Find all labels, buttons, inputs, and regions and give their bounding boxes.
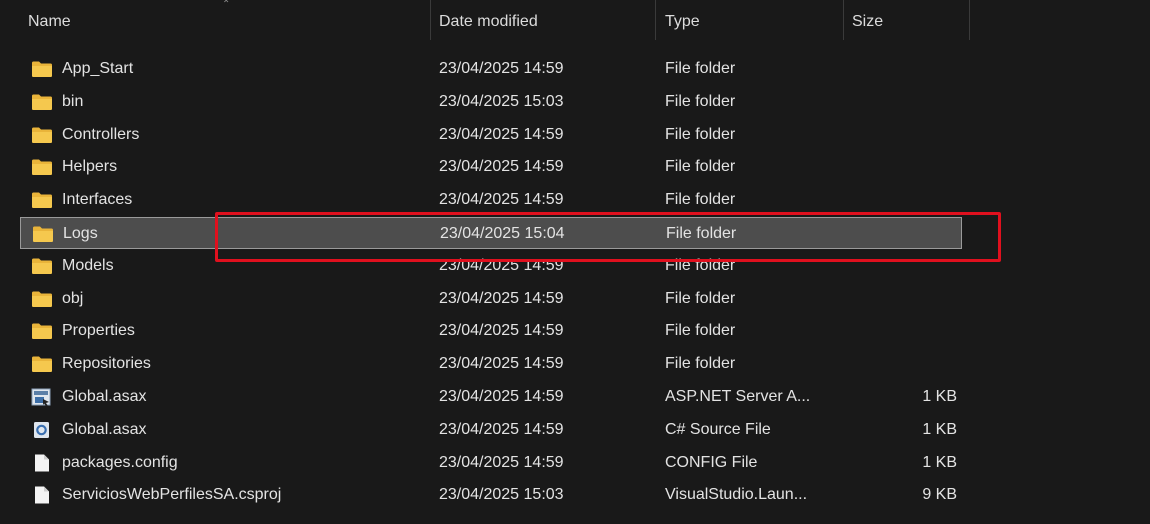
file-type: File folder	[665, 60, 736, 77]
file-type: File folder	[665, 158, 736, 176]
file-size	[860, 283, 957, 315]
folder-icon	[31, 93, 53, 111]
column-header-size[interactable]: Size	[852, 0, 962, 44]
file-row[interactable]: App_Start 23/04/2025 14:59 File folder	[20, 53, 962, 85]
file-row[interactable]: Models 23/04/2025 14:59 File folder	[20, 250, 962, 282]
file-name: Global.asax	[62, 388, 147, 405]
file-date-modified: 23/04/2025 14:59	[439, 289, 564, 307]
file-name: Properties	[62, 322, 135, 340]
file-size	[860, 315, 957, 347]
file-row[interactable]: obj 23/04/2025 14:59 File folder	[20, 283, 962, 315]
file-type: File folder	[665, 92, 736, 110]
file-row[interactable]: ServiciosWebPerfilesSA.csproj 23/04/2025 …	[20, 479, 962, 511]
column-divider[interactable]	[843, 0, 844, 40]
file-date-modified: 23/04/2025 15:03	[439, 92, 564, 110]
file-row[interactable]: Interfaces 23/04/2025 14:59 File folder	[20, 184, 962, 216]
folder-icon	[31, 158, 53, 176]
file-name: packages.config	[62, 453, 178, 471]
file-type: VisualStudio.Laun...	[665, 486, 808, 504]
file-name: Models	[62, 256, 114, 274]
folder-icon	[32, 225, 54, 243]
file-row-selected[interactable]: Logs 23/04/2025 15:04 File folder	[20, 217, 962, 249]
folder-icon	[31, 322, 53, 340]
column-header-bar: ⌃ Name Date modified Type Size	[0, 0, 1150, 44]
file-size	[860, 53, 957, 85]
file-size	[860, 250, 957, 282]
file-size	[860, 151, 957, 183]
file-row[interactable]: Controllers 23/04/2025 14:59 File folder	[20, 119, 962, 151]
file-date-modified: 23/04/2025 14:59	[439, 388, 564, 405]
file-type: CONFIG File	[665, 453, 758, 471]
file-name: bin	[62, 92, 84, 110]
file-date-modified: 23/04/2025 14:59	[439, 158, 564, 176]
file-type: File folder	[665, 289, 736, 307]
asax-file-icon	[31, 388, 53, 406]
file-size: 1 KB	[922, 388, 957, 405]
file-date-modified: 23/04/2025 15:04	[440, 225, 565, 242]
file-type: File folder	[666, 225, 737, 242]
file-name: Interfaces	[62, 191, 133, 209]
file-size	[860, 348, 957, 380]
file-date-modified: 23/04/2025 14:59	[439, 355, 564, 373]
file-name: App_Start	[62, 60, 134, 77]
column-divider[interactable]	[655, 0, 656, 40]
file-type: File folder	[665, 191, 736, 209]
folder-icon	[31, 126, 53, 144]
file-type: ASP.NET Server A...	[665, 388, 811, 405]
file-date-modified: 23/04/2025 14:59	[439, 191, 564, 209]
file-date-modified: 23/04/2025 14:59	[439, 322, 564, 340]
document-icon	[31, 486, 53, 504]
document-icon	[31, 454, 53, 472]
file-name: Helpers	[62, 158, 118, 176]
file-type: File folder	[665, 256, 736, 274]
file-row[interactable]: bin 23/04/2025 15:03 File folder	[20, 86, 962, 118]
file-name: Global.asax	[62, 420, 147, 438]
file-row[interactable]: packages.config 23/04/2025 14:59 CONFIG Fi…	[20, 447, 962, 479]
file-size	[860, 184, 957, 216]
file-size	[860, 86, 957, 118]
file-date-modified: 23/04/2025 14:59	[439, 453, 564, 471]
file-size: 9 KB	[922, 486, 957, 504]
file-date-modified: 23/04/2025 14:59	[439, 256, 564, 274]
file-name: Logs	[63, 225, 98, 242]
folder-icon	[31, 191, 53, 209]
file-type: File folder	[665, 322, 736, 340]
file-size: 1 KB	[922, 453, 957, 471]
folder-icon	[31, 257, 53, 275]
file-size: 1 KB	[922, 420, 957, 438]
file-name: obj	[62, 289, 84, 307]
file-date-modified: 23/04/2025 14:59	[439, 125, 564, 143]
file-row[interactable]: Properties 23/04/2025 14:59 File folder	[20, 315, 962, 347]
file-type: File folder	[665, 355, 736, 373]
file-type: C# Source File	[665, 420, 771, 438]
folder-icon	[31, 355, 53, 373]
folder-icon	[31, 290, 53, 308]
file-name: Controllers	[62, 125, 140, 143]
file-size	[861, 218, 958, 250]
file-name: Repositories	[62, 355, 151, 373]
file-explorer-window: ⌃ Name Date modified Type Size App_Start…	[0, 0, 1150, 524]
column-divider[interactable]	[969, 0, 970, 40]
file-row[interactable]: Global.asax 23/04/2025 14:59 ASP.NET Serve…	[20, 381, 962, 413]
file-row[interactable]: Global.asax 23/04/2025 14:59 C# Source Fil…	[20, 414, 962, 446]
folder-icon	[31, 60, 53, 78]
column-header-name[interactable]: Name	[28, 0, 428, 44]
file-date-modified: 23/04/2025 15:03	[439, 486, 564, 504]
column-divider[interactable]	[430, 0, 431, 40]
file-row[interactable]: Helpers 23/04/2025 14:59 File folder	[20, 151, 962, 183]
file-name: ServiciosWebPerfilesSA.csproj	[62, 486, 282, 504]
file-type: File folder	[665, 125, 736, 143]
file-size	[860, 119, 957, 151]
csharp-file-icon	[31, 421, 53, 439]
file-row[interactable]: Repositories 23/04/2025 14:59 File folder	[20, 348, 962, 380]
file-date-modified: 23/04/2025 14:59	[439, 420, 564, 438]
column-header-type[interactable]: Type	[665, 0, 840, 44]
file-date-modified: 23/04/2025 14:59	[439, 60, 564, 77]
column-header-date-modified[interactable]: Date modified	[439, 0, 649, 44]
